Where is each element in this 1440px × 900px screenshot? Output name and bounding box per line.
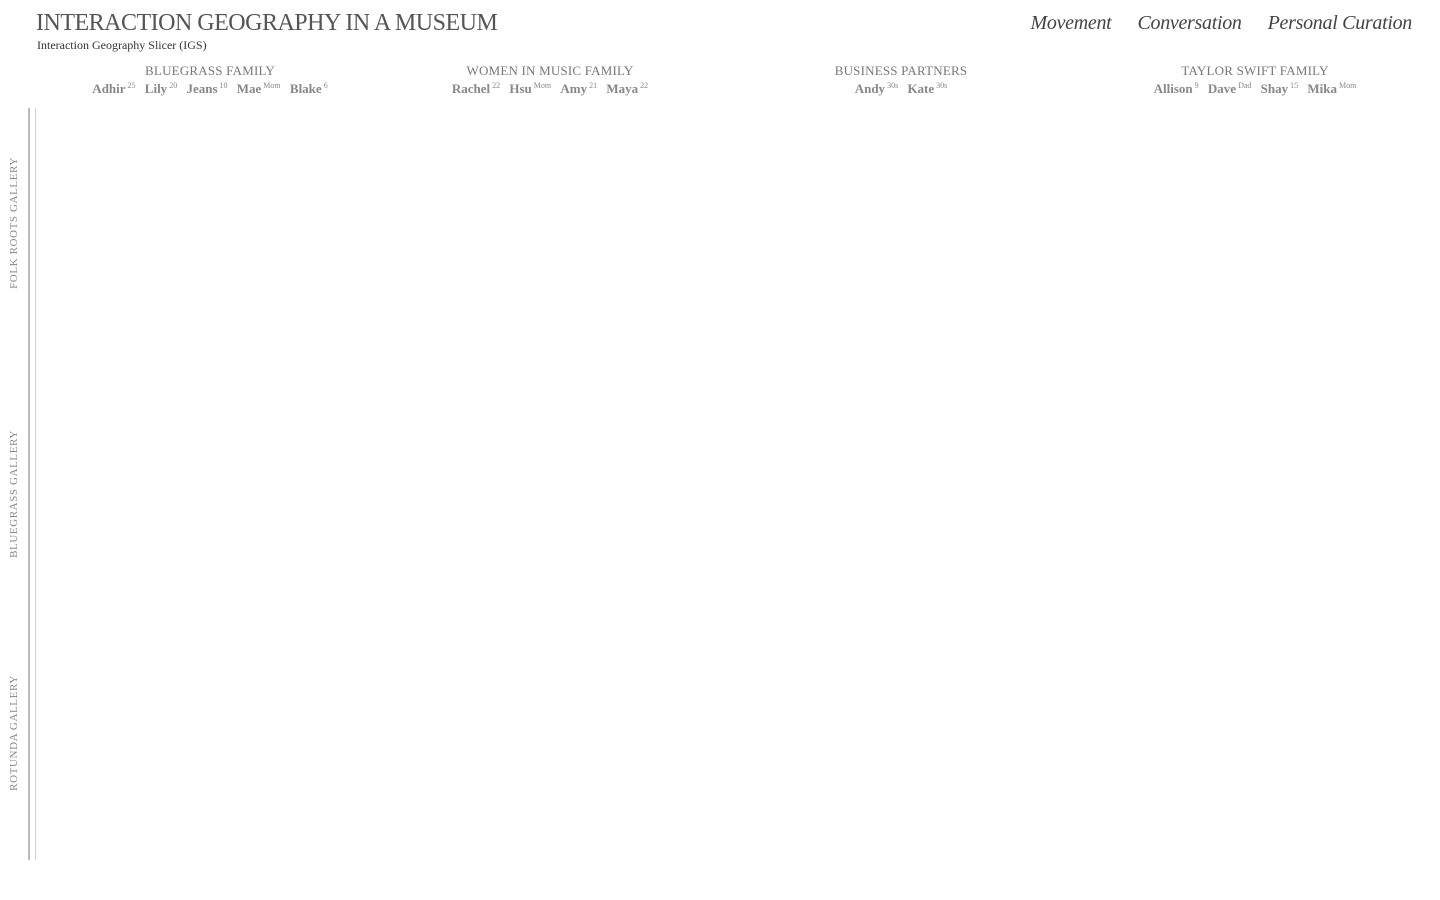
member-blake[interactable]: Blake 6 bbox=[290, 81, 328, 97]
gallery-label-rotunda[interactable]: ROTUNDA GALLERY bbox=[8, 675, 20, 791]
member-shay[interactable]: Shay 15 bbox=[1261, 81, 1298, 97]
group-members: Adhir 25 Lily 20 Jeans 10 Mae Mom Blake 6 bbox=[89, 81, 330, 97]
gallery-axis bbox=[28, 108, 30, 860]
member-amy[interactable]: Amy 21 bbox=[560, 81, 597, 97]
member-lily[interactable]: Lily 20 bbox=[145, 81, 177, 97]
nav-conversation[interactable]: Conversation bbox=[1137, 12, 1241, 35]
gallery-label-folk-roots[interactable]: FOLK ROOTS GALLERY bbox=[8, 157, 20, 289]
page-subtitle: Interaction Geography Slicer (IGS) bbox=[37, 38, 207, 52]
group-women-in-music-family: WOMEN IN MUSIC FAMILY Rachel 22 Hsu Mom Am… bbox=[449, 63, 651, 97]
group-members: Rachel 22 Hsu Mom Amy 21 Maya 22 bbox=[449, 81, 651, 97]
nav-movement[interactable]: Movement bbox=[1031, 12, 1112, 35]
group-name: BLUEGRASS FAMILY bbox=[145, 63, 275, 78]
group-name: TAYLOR SWIFT FAMILY bbox=[1181, 63, 1329, 78]
member-andy[interactable]: Andy 30s bbox=[855, 81, 898, 97]
member-mae[interactable]: Mae Mom bbox=[237, 81, 281, 97]
member-kate[interactable]: Kate 30s bbox=[907, 81, 947, 97]
member-dave[interactable]: Dave Dad bbox=[1208, 81, 1252, 97]
group-business-partners: BUSINESS PARTNERS Andy 30s Kate 30s bbox=[835, 63, 968, 97]
member-maya[interactable]: Maya 22 bbox=[606, 81, 648, 97]
member-adhir[interactable]: Adhir 25 bbox=[92, 81, 135, 97]
gallery-label-bluegrass[interactable]: BLUEGRASS GALLERY bbox=[8, 430, 20, 558]
app-page: INTERACTION GEOGRAPHY IN A MUSEUM Intera… bbox=[0, 0, 1440, 900]
member-mika[interactable]: Mika Mom bbox=[1307, 81, 1356, 97]
group-name: WOMEN IN MUSIC FAMILY bbox=[466, 63, 634, 78]
member-rachel[interactable]: Rachel 22 bbox=[452, 81, 500, 97]
member-hsu[interactable]: Hsu Mom bbox=[509, 81, 551, 97]
group-members: Allison 9 Dave Dad Shay 15 Mika Mom bbox=[1151, 81, 1360, 97]
nav-personal-curation[interactable]: Personal Curation bbox=[1268, 12, 1413, 35]
group-bluegrass-family: BLUEGRASS FAMILY Adhir 25 Lily 20 Jeans 10 … bbox=[89, 63, 330, 97]
member-jeans[interactable]: Jeans 10 bbox=[186, 81, 227, 97]
group-members: Andy 30s Kate 30s bbox=[835, 81, 968, 97]
visitor-groups: BLUEGRASS FAMILY Adhir 25 Lily 20 Jeans 10 … bbox=[36, 63, 1434, 103]
member-allison[interactable]: Allison 9 bbox=[1154, 81, 1199, 97]
group-taylor-swift-family: TAYLOR SWIFT FAMILY Allison 9 Dave Dad Sha… bbox=[1151, 63, 1360, 97]
view-nav: Movement Conversation Personal Curation bbox=[1031, 12, 1413, 35]
page-title: INTERACTION GEOGRAPHY IN A MUSEUM bbox=[36, 10, 498, 36]
group-name: BUSINESS PARTNERS bbox=[834, 63, 968, 78]
interaction-plot-area[interactable] bbox=[37, 108, 1432, 860]
plot-left-border bbox=[35, 108, 36, 860]
